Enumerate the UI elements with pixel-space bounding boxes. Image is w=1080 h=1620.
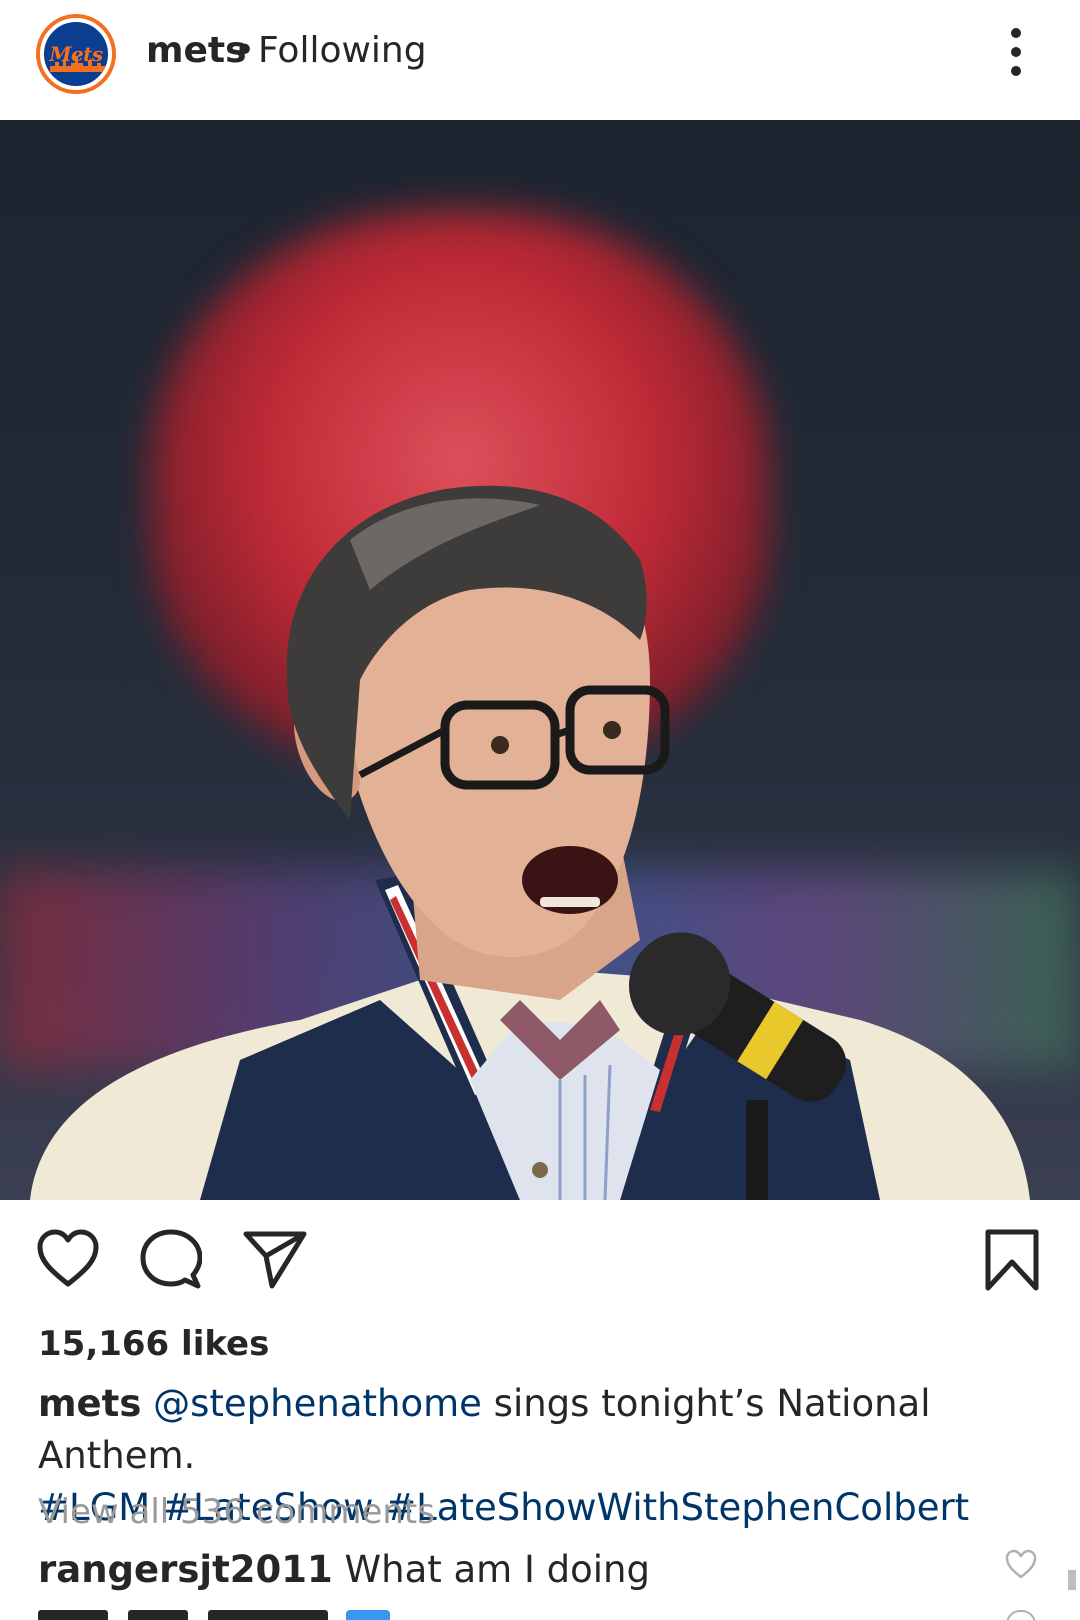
view-all-comments-link[interactable]: View all 536 comments <box>38 1492 435 1532</box>
comment-text: What am I doing <box>344 1548 650 1591</box>
comment-bubble-icon[interactable] <box>140 1228 202 1290</box>
logo-wordmark: Mets <box>49 42 103 66</box>
small-heart-outline-icon[interactable] <box>1004 1548 1038 1580</box>
separator-dot: • <box>234 30 256 71</box>
post-actions <box>0 1200 1080 1310</box>
scrollbar[interactable] <box>1068 1570 1076 1590</box>
likes-count[interactable]: 15,166 likes <box>38 1324 269 1364</box>
send-paper-plane-icon[interactable] <box>242 1228 308 1290</box>
profile-avatar[interactable]: Mets <box>36 14 116 94</box>
comment-username[interactable]: rangersjt2011 <box>38 1548 333 1591</box>
caption-username[interactable]: mets <box>38 1382 141 1425</box>
following-button[interactable]: Following <box>258 30 427 71</box>
verified-badge-icon <box>346 1610 390 1620</box>
singer-illustration <box>30 485 1030 1200</box>
heart-outline-icon[interactable] <box>36 1228 100 1288</box>
caption-mention[interactable]: @stephenathome <box>153 1382 482 1425</box>
more-vertical-icon[interactable] <box>1000 28 1032 76</box>
comment-item: rangersjt2011 What am I doing <box>38 1548 650 1591</box>
hashtag-link[interactable]: #LateShowWithStephenColbert <box>385 1486 969 1529</box>
username-link[interactable]: mets <box>146 30 247 71</box>
mets-logo: Mets <box>40 18 112 90</box>
post-header: Mets mets • Following <box>0 0 1080 120</box>
bookmark-outline-icon[interactable] <box>984 1228 1040 1292</box>
post-photo[interactable] <box>0 120 1080 1200</box>
small-heart-outline-icon[interactable] <box>1006 1610 1036 1620</box>
